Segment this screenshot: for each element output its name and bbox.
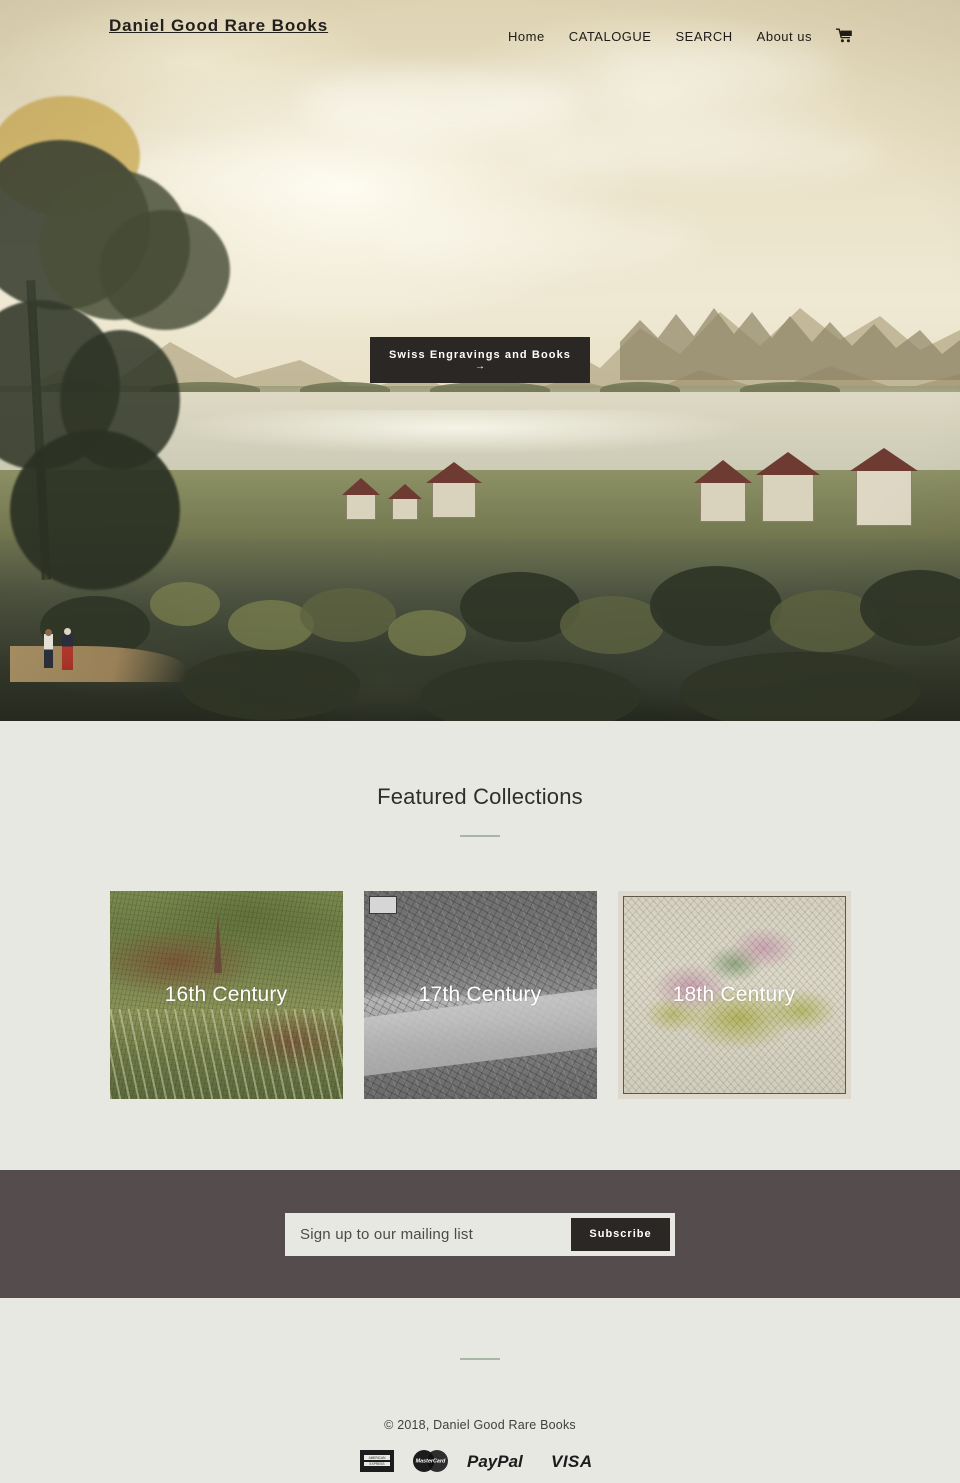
- village-roof: [388, 484, 422, 499]
- map-cartouche: [368, 896, 397, 914]
- collection-label: 17th Century: [418, 983, 542, 1006]
- arrow-right-icon: →: [475, 360, 485, 372]
- foliage: [680, 652, 920, 721]
- visa-icon: VISA: [551, 1450, 601, 1472]
- foliage: [388, 610, 466, 656]
- copyright-text: © 2018, Daniel Good Rare Books: [384, 1418, 576, 1432]
- cart-button[interactable]: [824, 28, 865, 44]
- american-express-icon: AMERICAN EXPRESS: [359, 1450, 394, 1472]
- collection-card-18th-century[interactable]: 18th Century: [617, 891, 851, 1099]
- hero-section: Daniel Good Rare Books Home CATALOGUE SE…: [0, 0, 960, 721]
- foliage: [560, 596, 664, 654]
- figure-walking: [44, 634, 53, 668]
- village-house: [856, 470, 912, 526]
- nav-about-us[interactable]: About us: [745, 29, 824, 44]
- newsletter-form: Subscribe: [285, 1212, 675, 1256]
- hero-lake-reflection: [180, 410, 740, 454]
- village-house: [762, 474, 814, 522]
- village-house: [700, 482, 746, 522]
- village-house: [346, 494, 376, 520]
- svg-text:AMERICAN: AMERICAN: [368, 1456, 386, 1460]
- hero-cta-label: Swiss Engravings and Books: [388, 348, 572, 361]
- paypal-icon: PayPal: [467, 1450, 533, 1472]
- collection-label: 18th Century: [672, 983, 796, 1006]
- subscribe-button[interactable]: Subscribe: [571, 1217, 670, 1251]
- figure-walking: [62, 634, 73, 670]
- cloud: [520, 125, 880, 183]
- collection-card-list: 16th Century 17th Century 18th Century: [0, 891, 960, 1099]
- woodcut-field-lines: [109, 1009, 343, 1099]
- figure-head: [45, 629, 52, 636]
- foliage: [180, 650, 360, 720]
- figure-head: [64, 628, 71, 635]
- village-roof: [756, 452, 820, 475]
- collection-card-17th-century[interactable]: 17th Century: [363, 891, 597, 1099]
- footer-divider: [460, 1358, 500, 1360]
- newsletter-section: Subscribe: [0, 1170, 960, 1298]
- shopping-cart-icon: [836, 28, 853, 44]
- hero-cta-button[interactable]: Swiss Engravings and Books →: [370, 337, 590, 383]
- payment-methods: AMERICAN EXPRESS MasterCard PayPal VISA: [0, 1450, 960, 1472]
- section-divider: [460, 835, 500, 837]
- svg-text:PayPal: PayPal: [467, 1452, 524, 1471]
- mastercard-icon: MasterCard: [412, 1450, 449, 1472]
- section-title: Featured Collections: [377, 784, 583, 809]
- village-roof: [426, 462, 482, 483]
- main-navigation: Home CATALOGUE SEARCH About us: [496, 28, 865, 44]
- svg-text:VISA: VISA: [551, 1452, 593, 1471]
- collection-card-16th-century[interactable]: 16th Century: [109, 891, 343, 1099]
- site-footer: © 2018, Daniel Good Rare Books AMERICAN …: [0, 1298, 960, 1472]
- village-house: [392, 498, 418, 520]
- tree-canopy: [100, 210, 230, 330]
- nav-home[interactable]: Home: [496, 29, 557, 44]
- nav-catalogue[interactable]: CATALOGUE: [557, 29, 664, 44]
- foliage: [150, 582, 220, 626]
- featured-collections-section: Featured Collections 16th Century 17th C…: [0, 721, 960, 1099]
- nav-search[interactable]: SEARCH: [663, 29, 744, 44]
- svg-text:MasterCard: MasterCard: [415, 1459, 445, 1465]
- newsletter-email-input[interactable]: [286, 1213, 571, 1255]
- tree-canopy: [10, 430, 180, 590]
- foliage: [650, 566, 782, 646]
- village-roof: [694, 460, 752, 483]
- village-roof: [850, 448, 918, 471]
- cloud: [300, 70, 580, 140]
- site-title[interactable]: Daniel Good Rare Books: [109, 12, 339, 39]
- village-house: [432, 482, 476, 518]
- site-header: Daniel Good Rare Books Home CATALOGUE SE…: [0, 0, 960, 76]
- church-spire: [213, 913, 222, 973]
- collection-label: 16th Century: [164, 983, 288, 1006]
- foliage: [300, 588, 396, 642]
- svg-text:EXPRESS: EXPRESS: [369, 1462, 384, 1466]
- village-roof: [342, 478, 380, 495]
